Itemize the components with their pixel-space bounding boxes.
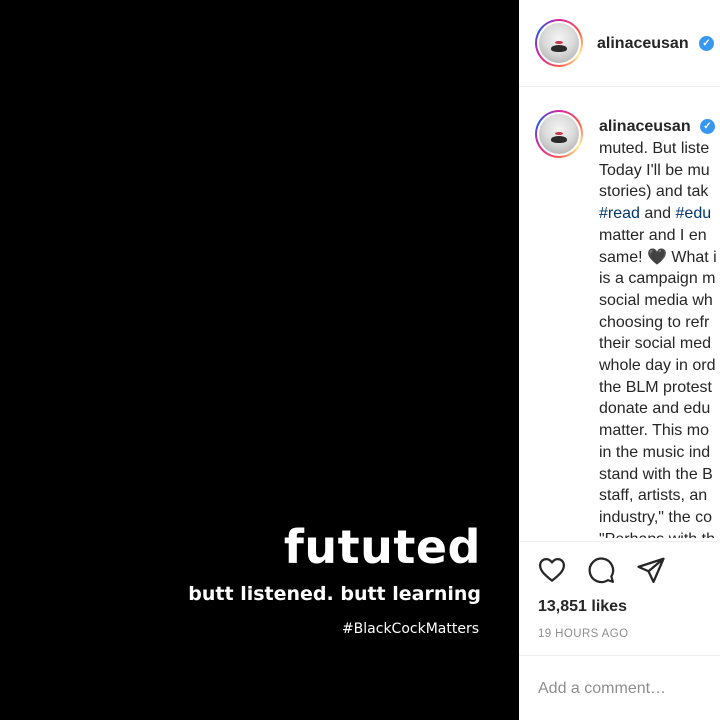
post-header: alinaceusan ✓ [519, 0, 720, 87]
caption-line: social media wh [599, 290, 720, 312]
post-side-panel: alinaceusan ✓ alinaceusan ✓ muted. But l… [519, 0, 720, 720]
caption-username-link[interactable]: alinaceusan [599, 118, 691, 136]
caption-text: stand with the B [599, 465, 713, 483]
caption-line: staff, artists, an [599, 485, 720, 507]
caption-text: in the music ind [599, 443, 711, 461]
caption-text: choosing to refr [599, 313, 710, 331]
caption-avatar[interactable] [535, 110, 583, 158]
caption-text: donate and edu [599, 400, 711, 418]
caption-line: the BLM protest [599, 377, 720, 399]
post-actions-area: 13,851 likes 19 HOURS AGO [519, 541, 720, 720]
header-username-link[interactable]: alinaceusan [597, 35, 689, 53]
post-caption: muted. But liste Today I'll be mu stories)… [599, 138, 720, 538]
caption-text: matter. This mo [599, 422, 709, 440]
caption-text: their social med [599, 335, 712, 353]
hashtag-link[interactable]: #read [599, 205, 640, 222]
caption-line: same! 🖤 What i [599, 247, 720, 269]
caption-line: muted. But liste [599, 138, 720, 160]
caption-text: same! 🖤 What i [599, 248, 717, 266]
caption-text: stories) and tak [599, 183, 709, 201]
caption-line: matter. This mo [599, 420, 720, 442]
image-hashtag-text: #BlackCockMatters [341, 621, 479, 637]
comment-icon[interactable] [586, 555, 616, 585]
profile-photo [539, 23, 579, 63]
caption-line: "Perhaps with th [599, 529, 720, 538]
caption-line: is a campaign m [599, 268, 720, 290]
caption-text: industry," the co [599, 508, 712, 526]
caption-text: muted. But liste [599, 140, 710, 157]
heart-icon[interactable] [537, 555, 567, 585]
share-icon[interactable] [636, 555, 666, 585]
caption-text: "Perhaps with th [599, 531, 715, 538]
caption-line: donate and edu [599, 398, 720, 420]
post-image[interactable]: fututed butt listened. butt learning #Bl… [0, 0, 519, 720]
caption-line: matter and I en [599, 225, 720, 247]
caption-text: is a campaign m [599, 270, 716, 288]
hashtag-link[interactable]: #edu [676, 205, 712, 222]
verified-badge-icon: ✓ [699, 36, 714, 51]
caption-text: Today I'll be mu [599, 161, 710, 179]
caption-line: their social med [599, 333, 720, 355]
caption-text: staff, artists, an [599, 487, 708, 505]
likes-count[interactable]: 13,851 likes [538, 598, 627, 616]
caption-text: the BLM protest [599, 378, 712, 396]
image-subtitle-text: butt listened. butt learning [188, 583, 481, 605]
caption-line: industry," the co [599, 507, 720, 529]
post-timestamp[interactable]: 19 HOURS AGO [538, 628, 628, 640]
avatar[interactable] [535, 19, 583, 67]
caption-line: whole day in ord [599, 355, 720, 377]
comment-box [519, 655, 720, 720]
caption-text: social media wh [599, 291, 713, 309]
comment-input[interactable] [538, 676, 718, 702]
caption-text: and [639, 205, 676, 223]
caption-line: stand with the B [599, 464, 720, 486]
image-title-text: fututed [283, 520, 481, 574]
caption-line: stories) and tak [599, 181, 720, 203]
caption-text: matter and I en [599, 226, 707, 244]
caption-line: Today I'll be mu [599, 160, 720, 182]
verified-badge-icon: ✓ [700, 119, 715, 134]
caption-line: choosing to refr [599, 312, 720, 334]
caption-line: in the music ind [599, 442, 720, 464]
caption-text: whole day in ord [599, 357, 716, 375]
profile-photo [539, 114, 579, 154]
caption-line: #read and #edu [599, 203, 720, 225]
